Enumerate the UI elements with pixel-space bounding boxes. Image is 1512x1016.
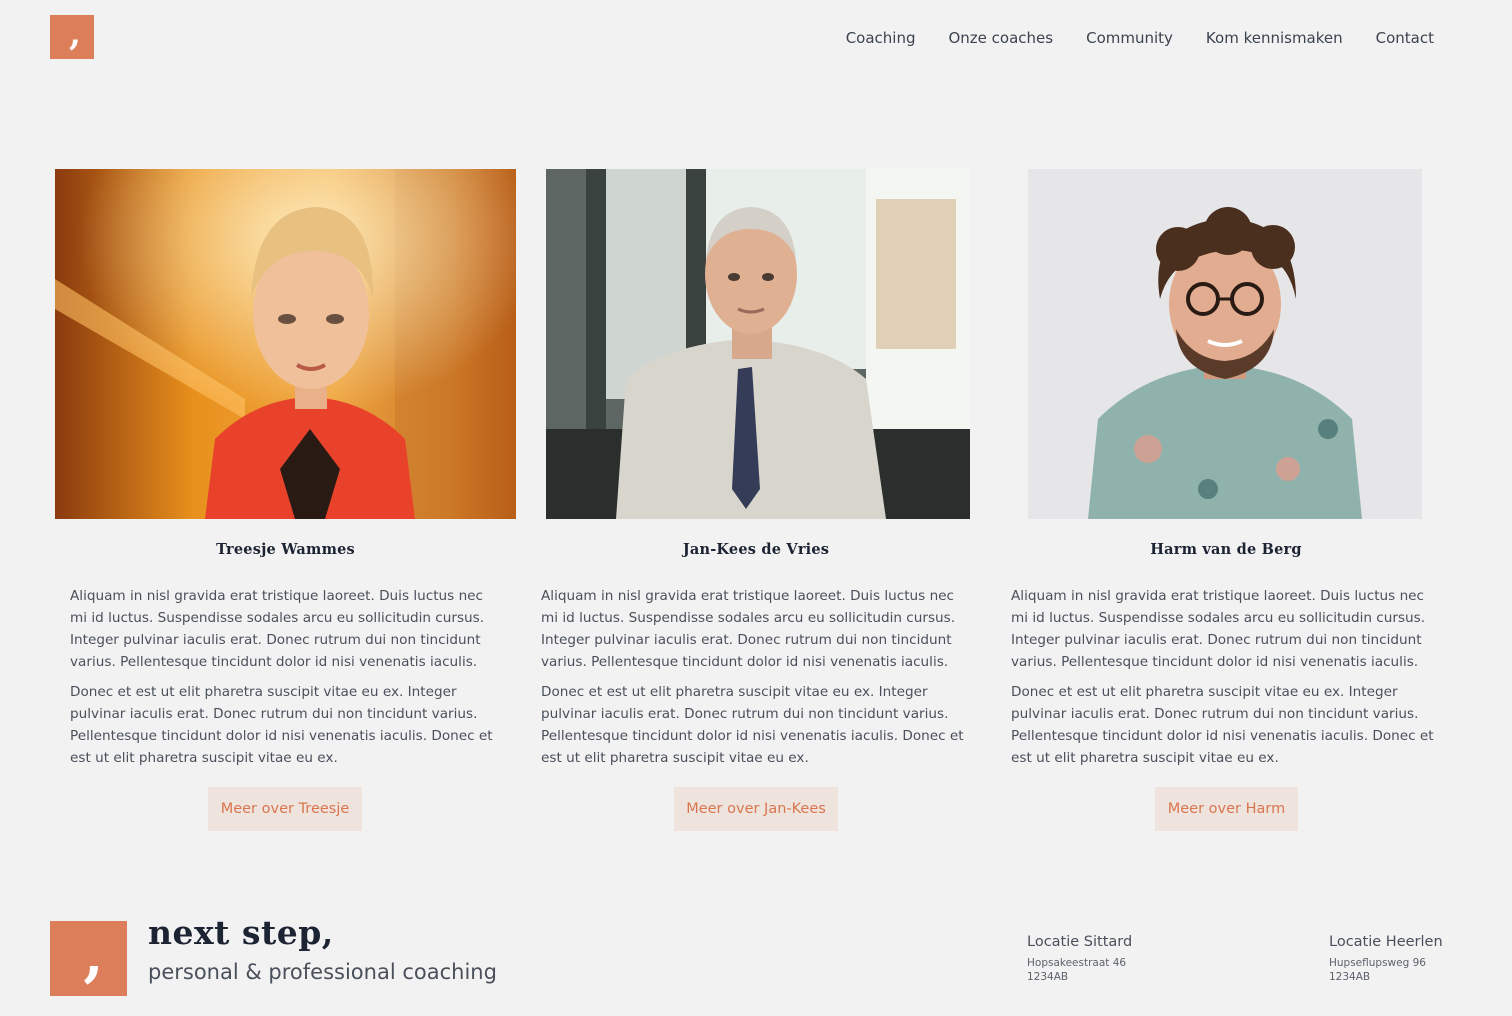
location-heerlen: Locatie Heerlen Hupseflupsweg 96 1234AB (1329, 934, 1443, 984)
brand-tagline: personal & professional coaching (148, 960, 497, 984)
woman-red-blazer-photo-icon (55, 169, 516, 519)
nav-item-onze-coaches[interactable]: Onze coaches (948, 28, 1053, 48)
meer-over-jan-kees-button[interactable]: Meer over Jan-Kees (674, 787, 838, 831)
bio-paragraph: Aliquam in nisl gravida erat tristique l… (1011, 588, 1426, 670)
location-street: Hupseflupsweg 96 (1329, 957, 1426, 969)
coach-photo (55, 169, 516, 519)
location-postcode: 1234AB (1329, 971, 1371, 983)
bio-paragraph: Aliquam in nisl gravida erat tristique l… (70, 588, 485, 670)
meer-over-treesje-button[interactable]: Meer over Treesje (208, 787, 362, 831)
coach-name: Harm van de Berg (1150, 541, 1302, 558)
man-curly-hair-glasses-photo-icon (1028, 169, 1422, 519)
coach-name: Treesje Wammes (216, 541, 355, 558)
bio-paragraph: Aliquam in nisl gravida erat tristique l… (541, 588, 956, 670)
nav-item-contact[interactable]: Contact (1376, 28, 1434, 48)
nav-item-community[interactable]: Community (1086, 28, 1173, 48)
logo-comma-icon: , (69, 14, 81, 54)
bio-paragraph: Donec et est ut elit pharetra suscipit v… (70, 684, 493, 766)
nav-item-kom-kennismaken[interactable]: Kom kennismaken (1206, 28, 1343, 48)
coach-name: Jan-Kees de Vries (682, 541, 830, 558)
man-shirt-tie-photo-icon (546, 169, 970, 519)
bio-paragraph: Donec et est ut elit pharetra suscipit v… (541, 684, 964, 766)
coach-photo (546, 169, 970, 519)
coach-bio: Aliquam in nisl gravida erat tristique l… (1011, 585, 1441, 777)
location-sittard: Locatie Sittard Hopsakeestraat 46 1234AB (1027, 934, 1132, 984)
brand-name: next step, (148, 913, 334, 952)
coach-bio: Aliquam in nisl gravida erat tristique l… (70, 585, 500, 777)
main-nav: Coaching Onze coaches Community Kom kenn… (846, 28, 1434, 48)
coach-photo (1028, 169, 1422, 519)
location-title: Locatie Sittard (1027, 934, 1133, 950)
bio-paragraph: Donec et est ut elit pharetra suscipit v… (1011, 684, 1434, 766)
location-postcode: 1234AB (1027, 971, 1069, 983)
nav-item-coaching[interactable]: Coaching (846, 28, 916, 48)
location-street: Hopsakeestraat 46 (1027, 957, 1127, 969)
logo[interactable]: , (50, 15, 94, 59)
logo-comma-icon: , (83, 920, 104, 989)
meer-over-harm-button[interactable]: Meer over Harm (1155, 787, 1298, 831)
footer-logo[interactable]: , (50, 921, 127, 996)
location-title: Locatie Heerlen (1329, 934, 1443, 950)
coach-bio: Aliquam in nisl gravida erat tristique l… (541, 585, 971, 777)
